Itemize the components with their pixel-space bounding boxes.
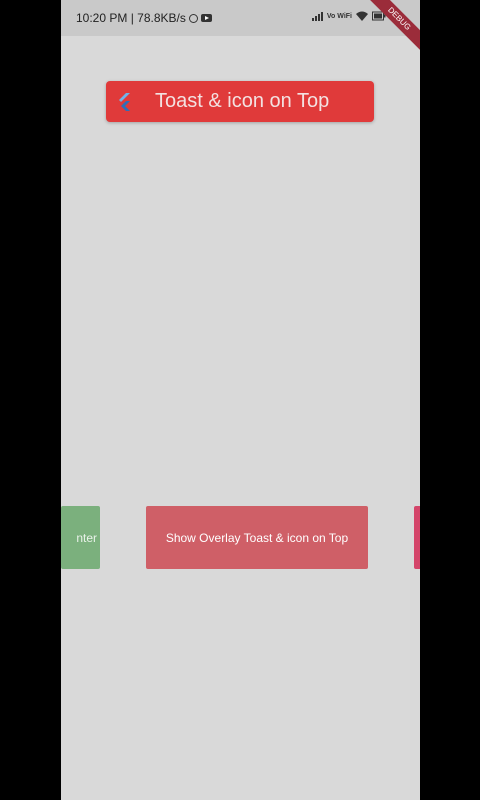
flutter-icon <box>119 93 130 111</box>
next-toast-button[interactable] <box>414 506 420 569</box>
whatsapp-icon <box>188 13 198 23</box>
network-label: Vo WiFi <box>326 12 352 20</box>
status-right: Vo WiFi <box>311 11 386 21</box>
center-button-partial-label: nter <box>76 530 97 545</box>
wifi-icon <box>356 11 368 21</box>
show-center-toast-button[interactable]: nter <box>61 506 100 569</box>
overlay-button-label: Show Overlay Toast & icon on Top <box>165 530 349 545</box>
show-overlay-toast-top-button[interactable]: Show Overlay Toast & icon on Top <box>146 506 368 569</box>
youtube-icon <box>200 14 212 22</box>
phone-screen: 10:20 PM | 78.8KB/s Vo WiFi DEBUG Toast <box>61 0 420 800</box>
status-left: 10:20 PM | 78.8KB/s <box>76 11 212 25</box>
status-time: 10:20 PM | 78.8KB/s <box>76 11 186 25</box>
overlay-toast: Toast & icon on Top <box>106 81 374 122</box>
toast-message: Toast & icon on Top <box>155 90 330 112</box>
status-bar: 10:20 PM | 78.8KB/s Vo WiFi <box>61 0 420 36</box>
signal-icon <box>311 11 323 21</box>
